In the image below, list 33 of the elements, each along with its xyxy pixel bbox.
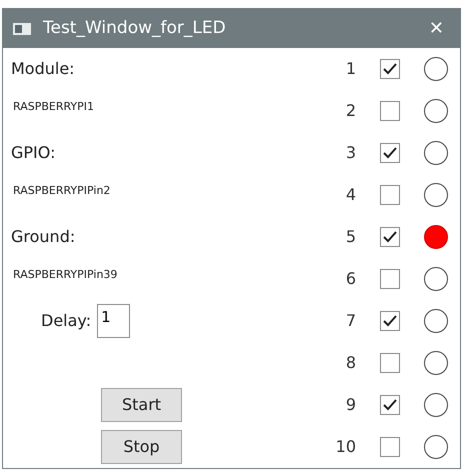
action-button[interactable]: Start bbox=[101, 388, 182, 422]
checkbox[interactable] bbox=[380, 311, 400, 331]
checkbox[interactable] bbox=[380, 353, 400, 373]
checkbox[interactable] bbox=[380, 395, 400, 415]
value-text: RASPBERRYPIPin39 bbox=[13, 266, 118, 283]
field-label: Module: bbox=[11, 58, 75, 80]
action-button[interactable]: Stop bbox=[101, 430, 182, 464]
row-number: 4 bbox=[344, 184, 356, 206]
checkbox[interactable] bbox=[380, 185, 400, 205]
checkbox[interactable] bbox=[380, 143, 400, 163]
value-text: RASPBERRYPIPin2 bbox=[13, 182, 110, 199]
row-number: 8 bbox=[344, 352, 356, 374]
row-number: 10 bbox=[334, 436, 356, 458]
delay-input[interactable]: 1 bbox=[97, 304, 130, 338]
row-number: 9 bbox=[344, 394, 356, 416]
close-button[interactable]: ✕ bbox=[422, 15, 450, 42]
checkbox[interactable] bbox=[380, 59, 400, 79]
field-label: Delay: bbox=[41, 310, 92, 332]
row-number: 3 bbox=[344, 142, 356, 164]
window-title: Test_Window_for_LED bbox=[43, 16, 226, 40]
field-label: GPIO: bbox=[11, 142, 56, 164]
row-number: 1 bbox=[344, 58, 356, 80]
row-number: 6 bbox=[344, 268, 356, 290]
row-number: 5 bbox=[344, 226, 356, 248]
checkbox[interactable] bbox=[380, 269, 400, 289]
checkbox[interactable] bbox=[380, 227, 400, 247]
row-number: 7 bbox=[344, 310, 356, 332]
value-text: RASPBERRYPI1 bbox=[13, 98, 94, 115]
checkbox[interactable] bbox=[380, 437, 400, 457]
field-label: Ground: bbox=[11, 226, 76, 248]
checkbox[interactable] bbox=[380, 101, 400, 121]
row-number: 2 bbox=[344, 100, 356, 122]
window-icon bbox=[13, 22, 31, 34]
